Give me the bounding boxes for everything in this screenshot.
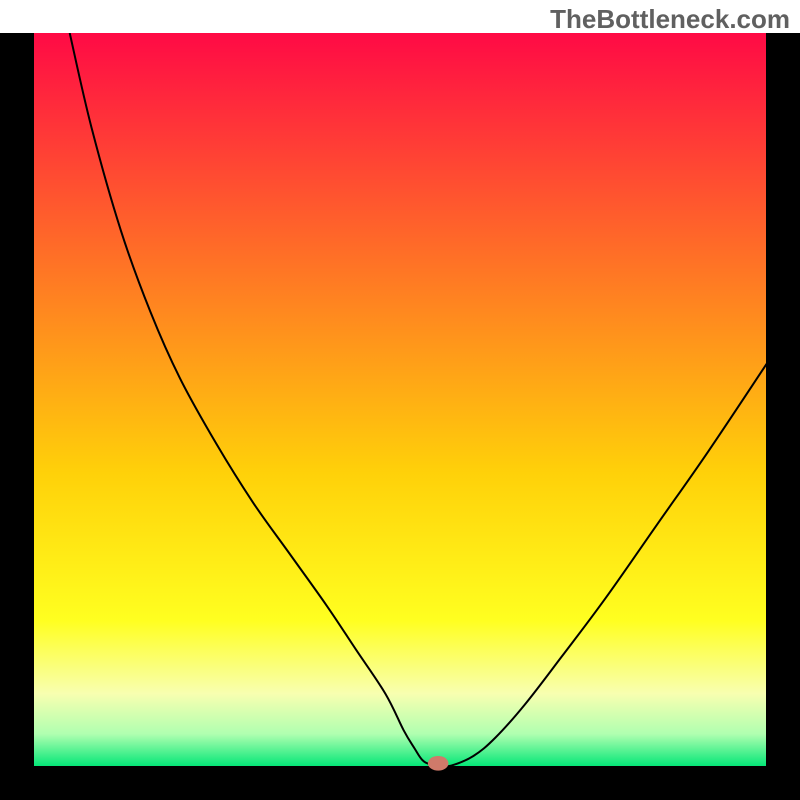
frame-bottom	[0, 766, 800, 800]
bottleneck-chart	[0, 33, 800, 800]
minimum-marker	[428, 756, 449, 771]
frame-left	[0, 33, 34, 800]
frame-right	[766, 33, 800, 800]
plot-background	[33, 33, 767, 767]
watermark-text: TheBottleneck.com	[550, 4, 790, 35]
